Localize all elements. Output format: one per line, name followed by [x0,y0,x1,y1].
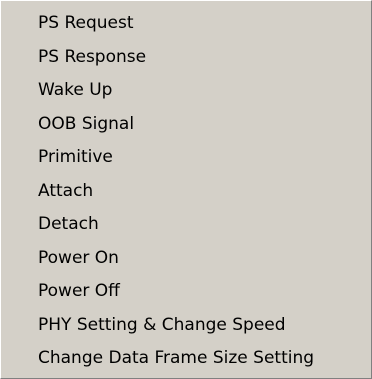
menu-item-wake-up[interactable]: Wake Up [1,74,371,108]
menu-item-attach[interactable]: Attach [1,175,371,209]
menu-item-primitive[interactable]: Primitive [1,141,371,175]
menu-item-ps-response[interactable]: PS Response [1,41,371,75]
menu-item-change-data-frame-size-setting[interactable]: Change Data Frame Size Setting [1,342,371,376]
menu-item-oob-signal[interactable]: OOB Signal [1,108,371,142]
menu-item-phy-setting-change-speed[interactable]: PHY Setting & Change Speed [1,309,371,343]
menu-item-ps-request[interactable]: PS Request [1,7,371,41]
menu-item-power-on[interactable]: Power On [1,242,371,276]
menu-item-power-off[interactable]: Power Off [1,275,371,309]
menu-list: PS Request PS Response Wake Up OOB Signa… [1,7,371,376]
menu-item-detach[interactable]: Detach [1,208,371,242]
context-menu: PS Request PS Response Wake Up OOB Signa… [0,0,372,379]
